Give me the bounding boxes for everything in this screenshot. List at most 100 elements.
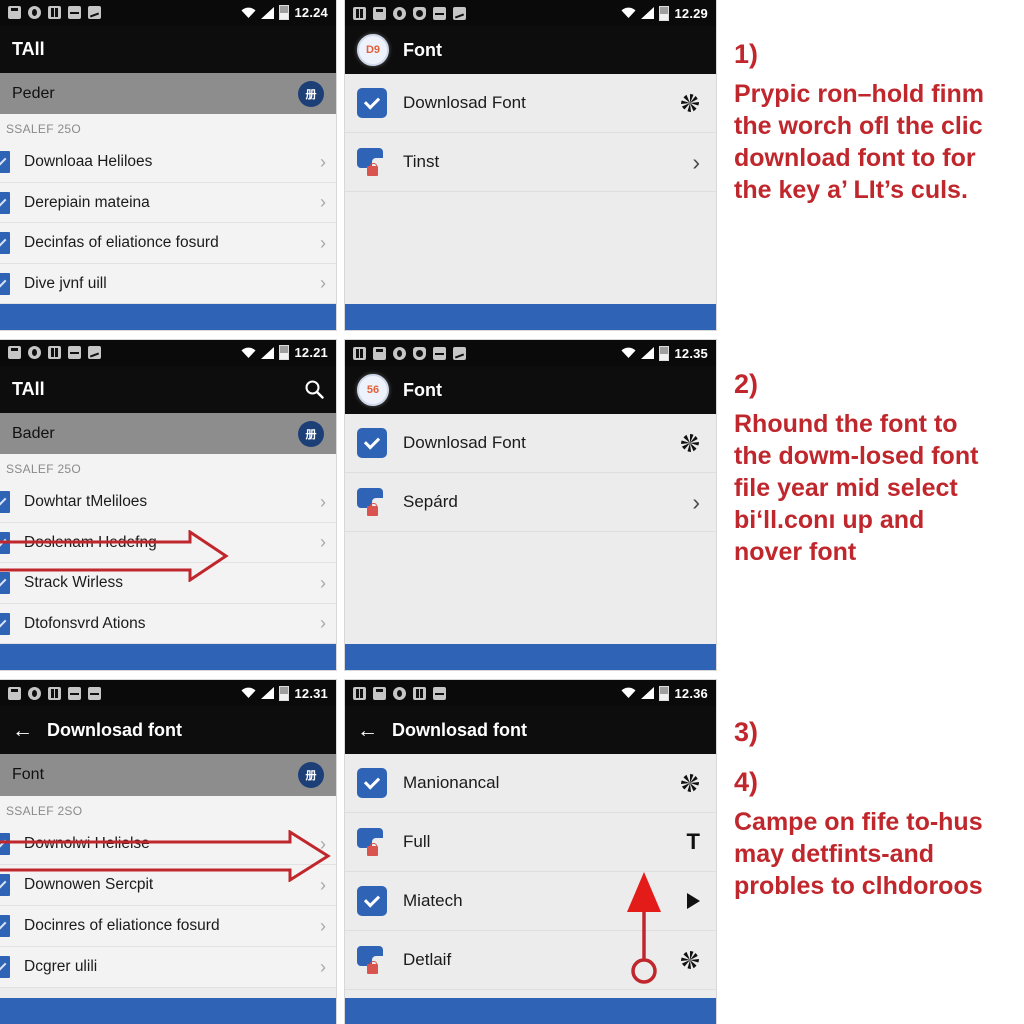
sub-header-title: Font: [12, 766, 45, 783]
sub-header: Font 册: [0, 754, 336, 796]
list-item[interactable]: Strack Wirless ›: [0, 563, 336, 604]
list-item[interactable]: Decinfas of eliationce fosurd ›: [0, 223, 336, 264]
battery-icon: [659, 345, 670, 361]
back-arrow-icon[interactable]: ←: [357, 720, 378, 741]
status-bar: 12.29: [345, 0, 716, 26]
back-arrow-icon[interactable]: ←: [12, 720, 33, 741]
checkbox-icon[interactable]: [0, 531, 10, 554]
checkbox-icon[interactable]: [0, 612, 10, 635]
avatar[interactable]: 册: [298, 762, 324, 788]
list-item[interactable]: Downlosad Font: [345, 74, 716, 133]
chevron-right-icon: ›: [320, 572, 326, 593]
checkbox-icon[interactable]: [0, 572, 10, 595]
list-item[interactable]: Sepárd ›: [345, 473, 716, 532]
checkbox-icon[interactable]: [0, 491, 10, 514]
status-clock: 12.29: [674, 5, 708, 21]
app-bar: TAll: [0, 25, 336, 74]
app-bar-title: TAll: [12, 378, 45, 399]
avatar[interactable]: 册: [298, 80, 324, 107]
note-line: the worch ofl the clic: [734, 111, 983, 140]
circle-icon: [393, 686, 406, 700]
status-right: 12.35: [621, 345, 708, 361]
chevron-box-icon[interactable]: [357, 768, 387, 798]
list-item-label: Downolwi Helielse: [24, 835, 150, 852]
list-item[interactable]: Dcgrer ulili ›: [0, 947, 336, 988]
chevron-box-icon[interactable]: [357, 886, 387, 916]
status-clock: 12.24: [294, 5, 328, 21]
play-icon[interactable]: [687, 893, 700, 909]
checkbox-icon[interactable]: [0, 915, 10, 937]
pinwheel-icon[interactable]: [680, 433, 700, 453]
card-icon: [48, 346, 61, 360]
checkbox-icon[interactable]: [0, 232, 10, 255]
chevron-right-icon[interactable]: ›: [692, 150, 700, 174]
status-icons: [8, 686, 241, 700]
list-item[interactable]: Docinres of eliationce fosurd ›: [0, 906, 336, 947]
pinwheel-icon[interactable]: [680, 773, 700, 793]
dash-icon: [433, 6, 446, 20]
chevron-box-icon[interactable]: [357, 88, 387, 118]
locked-folder-icon[interactable]: [357, 148, 387, 176]
note-2: 2) Rhound the font to the dowm-losed fon…: [734, 369, 978, 568]
list-item-label: Downowen Sercpit: [24, 876, 154, 893]
section-label: SSALEF 2SO: [0, 796, 336, 824]
list-item[interactable]: Downloaa Heliloes ›: [0, 142, 336, 183]
wifi-icon: [241, 347, 256, 359]
checkbox-icon[interactable]: [0, 956, 10, 978]
nav-bar: [0, 644, 336, 670]
note-line: Rhound the font to: [734, 409, 958, 438]
list-item[interactable]: Dtofonsvrd Ations ›: [0, 603, 336, 645]
chevron-right-icon[interactable]: ›: [692, 490, 700, 514]
app-badge-icon[interactable]: 56: [357, 374, 389, 406]
list-item[interactable]: Detlaif: [345, 931, 716, 990]
list-item-highlighted[interactable]: Doslenam Hedefng ›: [0, 522, 336, 564]
sub-header-title: Bader: [12, 424, 55, 442]
list-item[interactable]: Dive jvnf uill ›: [0, 263, 336, 305]
chevron-right-icon: ›: [320, 232, 326, 253]
section-label: SSALEF 25O: [0, 114, 336, 143]
note-line: the key a’ LIt’s culs.: [734, 175, 968, 204]
note-line: Campe on fife to-hus: [734, 807, 983, 836]
bars-icon: [353, 686, 366, 700]
checkbox-icon[interactable]: [0, 833, 10, 855]
chevron-box-icon[interactable]: [357, 428, 387, 458]
list-item-label: Dowhtar tMeliloes: [24, 493, 148, 511]
list-item-label: Decinfas of eliationce fosurd: [24, 234, 219, 252]
text-T-icon[interactable]: T: [687, 831, 700, 853]
list-item[interactable]: Manionancal: [345, 754, 716, 813]
list-item[interactable]: Derepiain mateina ›: [0, 182, 336, 224]
list-item[interactable]: Downlosad Font: [345, 414, 716, 473]
list-filler: [345, 990, 716, 998]
locked-folder-icon[interactable]: [357, 488, 387, 516]
status-clock: 12.21: [294, 345, 328, 361]
list-item[interactable]: Downowen Sercpit ›: [0, 865, 336, 906]
pinwheel-icon[interactable]: [680, 950, 700, 970]
avatar[interactable]: 册: [298, 420, 324, 447]
note-line: download font to for: [734, 143, 976, 172]
list-item-highlighted[interactable]: Downolwi Helielse ›: [0, 824, 336, 865]
search-icon[interactable]: [304, 379, 324, 400]
pinwheel-icon[interactable]: [680, 93, 700, 113]
list-item-label: Downlosad Font: [403, 433, 526, 452]
app-badge-icon[interactable]: D9: [357, 34, 389, 66]
signal-icon: [641, 347, 655, 359]
wifi-icon: [241, 687, 256, 699]
app-bar: TAll: [0, 365, 336, 414]
bars-icon: [353, 6, 366, 20]
list-item[interactable]: Tinst ›: [345, 133, 716, 192]
locked-folder-icon[interactable]: [357, 828, 387, 856]
checkbox-icon[interactable]: [0, 191, 10, 214]
list-filler: [345, 532, 716, 644]
list-item[interactable]: Dowhtar tMeliloes ›: [0, 482, 336, 523]
list-item[interactable]: Miatech: [345, 872, 716, 931]
checkbox-icon[interactable]: [0, 874, 10, 896]
chevron-right-icon: ›: [320, 874, 326, 895]
wave-icon: [88, 346, 101, 360]
checkbox-icon[interactable]: [0, 272, 10, 295]
list-item-label: Full: [403, 832, 431, 851]
locked-folder-icon[interactable]: [357, 946, 387, 974]
checkbox-icon[interactable]: [0, 151, 10, 174]
list-item[interactable]: Full T: [345, 813, 716, 872]
status-icons: [353, 6, 621, 20]
status-clock: 12.31: [294, 685, 328, 701]
